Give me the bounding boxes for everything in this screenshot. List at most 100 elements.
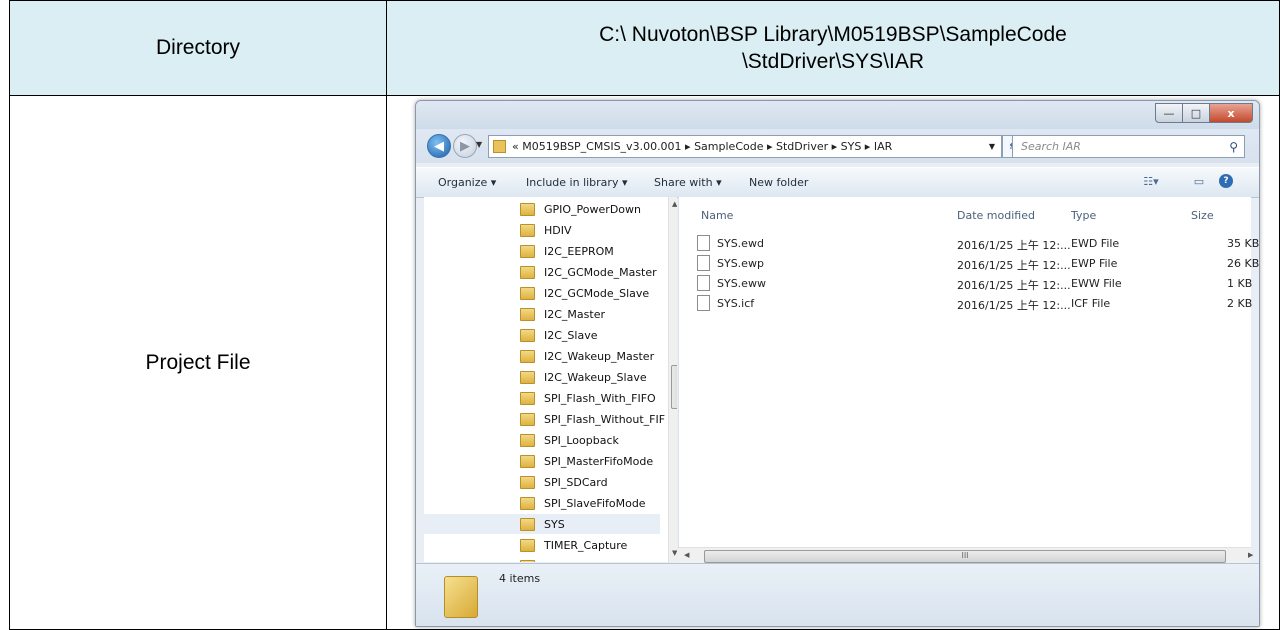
column-header-size[interactable]: Size (1191, 209, 1214, 222)
details-pane: 4 items (416, 563, 1259, 626)
back-button[interactable]: ◀ (427, 134, 451, 158)
nav-folder-label: I2C_GCMode_Master (544, 265, 657, 279)
file-icon (697, 235, 710, 251)
address-bar[interactable]: « M0519BSP_CMSIS_v3.00.001 ▸ SampleCode … (488, 135, 1002, 158)
nav-folder-item[interactable]: SPI_MasterFifoMode (520, 451, 653, 471)
nav-folder-item[interactable]: I2C_Wakeup_Master (520, 346, 654, 366)
share-with-button[interactable]: Share with ▾ (654, 176, 722, 189)
file-row[interactable]: SYS.ewd 2016/1/25 上午 12:... EWD File 35 KB (679, 233, 1259, 253)
folder-icon (493, 140, 506, 153)
file-scroll-thumb[interactable]: III (704, 550, 1226, 563)
file-name: SYS.icf (717, 297, 755, 310)
nav-folder-item[interactable]: SPI_Flash_Without_FIF (520, 409, 665, 429)
file-size: 35 KB (1227, 237, 1260, 250)
nav-folder-item[interactable]: SPI_SlaveFifoMode (520, 493, 646, 513)
nav-folder-item[interactable]: I2C_GCMode_Slave (520, 283, 649, 303)
search-box[interactable]: Search IAR ⚲ (1012, 135, 1245, 158)
folder-icon (520, 559, 535, 562)
nav-folder-label: SPI_Loopback (544, 433, 619, 447)
nav-folder-item[interactable]: GPIO_PowerDown (520, 199, 641, 219)
nav-folder-label: I2C_GCMode_Slave (544, 286, 650, 300)
scroll-down-icon[interactable]: ▼ (672, 549, 677, 557)
preview-pane-icon[interactable]: ▭ (1192, 174, 1206, 188)
file-date-modified: 2016/1/25 上午 12:... (957, 259, 1071, 272)
folder-icon (520, 244, 535, 258)
navigation-bar: ◀ ▶ ▼ « M0519BSP_CMSIS_v3.00.001 ▸ Sampl… (416, 129, 1259, 163)
folder-icon (520, 265, 535, 279)
help-icon[interactable]: ? (1219, 174, 1233, 188)
nav-folder-item[interactable]: I2C_Master (520, 304, 605, 324)
nav-folder-item[interactable]: I2C_EEPROM (520, 241, 614, 261)
scroll-up-icon[interactable]: ▲ (672, 200, 677, 208)
nav-folder-label: I2C_Wakeup_Master (544, 349, 655, 363)
file-row[interactable]: SYS.icf 2016/1/25 上午 12:... ICF File 2 KB (679, 293, 1252, 313)
file-row[interactable]: SYS.eww 2016/1/25 上午 12:... EWW File 1 KB (679, 273, 1252, 293)
nav-folder-label: SPI_MasterFifoMode (544, 454, 654, 468)
file-type: EWP File (1071, 257, 1118, 270)
nav-folder-item[interactable]: TIMER_Counter (520, 556, 628, 562)
folder-icon (520, 496, 535, 510)
column-header-date[interactable]: Date modified (957, 209, 1035, 222)
directory-label: Directory (155, 36, 240, 59)
close-button[interactable]: x (1209, 103, 1253, 123)
directory-path-cell: C:\ Nuvoton\BSP Library\M0519BSP\SampleC… (386, 0, 1280, 96)
file-size: 26 KB (1227, 257, 1260, 270)
folder-icon (520, 349, 535, 363)
title-bar[interactable]: — □ x (416, 101, 1259, 129)
nav-folder-item[interactable]: SPI_Flash_With_FIFO (520, 388, 656, 408)
file-type: ICF File (1071, 297, 1111, 310)
folder-icon (520, 328, 535, 342)
file-icon (697, 255, 710, 271)
nav-vertical-scrollbar[interactable]: ▲ ▼ (668, 197, 677, 562)
scroll-left-icon[interactable]: ◀ (684, 551, 689, 559)
change-view-icon[interactable]: ☷▾ (1139, 174, 1163, 188)
nav-folder-item[interactable]: SPI_Loopback (520, 430, 619, 450)
file-list-pane[interactable]: Name Date modified Type Size SYS.ewd 2016… (678, 197, 1259, 562)
back-arrow-icon: ◀ (434, 138, 444, 154)
nav-folder-label: SPI_Flash_With_FIFO (544, 391, 656, 405)
file-row[interactable]: SYS.ewp 2016/1/25 上午 12:... EWP File 26 KB (679, 253, 1259, 273)
maximize-button[interactable]: □ (1182, 103, 1210, 123)
explorer-window: — □ x ◀ ▶ ▼ « M0519BSP_CMSIS_v3.00.001 ▸… (415, 100, 1260, 627)
nav-folder-item[interactable]: HDIV (520, 220, 572, 240)
nav-folder-label: GPIO_PowerDown (544, 202, 641, 216)
nav-folder-label: SPI_SlaveFifoMode (544, 496, 646, 510)
nav-folder-label: SYS (544, 517, 565, 531)
file-date-modified: 2016/1/25 上午 12:... (957, 299, 1071, 312)
new-folder-button[interactable]: New folder (749, 176, 808, 189)
search-icon[interactable]: ⚲ (1229, 140, 1238, 154)
folder-icon (520, 538, 535, 552)
forward-button[interactable]: ▶ (453, 134, 477, 158)
file-type: EWD File (1071, 237, 1120, 250)
nav-scroll-thumb[interactable] (671, 365, 677, 409)
nav-folder-item[interactable]: SPI_SDCard (520, 472, 608, 492)
include-in-library-button[interactable]: Include in library ▾ (526, 176, 627, 189)
minimize-button[interactable]: — (1155, 103, 1183, 123)
recent-pages-dropdown-icon[interactable]: ▼ (476, 140, 482, 149)
search-placeholder[interactable]: Search IAR (1013, 140, 1081, 153)
nav-folder-item[interactable]: I2C_Slave (520, 325, 597, 345)
window-controls: — □ x (1155, 103, 1253, 123)
scroll-right-icon[interactable]: ▶ (1248, 551, 1253, 559)
file-date-modified: 2016/1/25 上午 12:... (957, 279, 1071, 292)
nav-folder-item[interactable]: TIMER_Capture (520, 535, 627, 555)
nav-folder-label: SPI_SDCard (544, 475, 608, 489)
folder-icon (520, 307, 535, 321)
file-horizontal-scrollbar[interactable]: ◀ III ▶ (678, 547, 1253, 564)
file-icon (697, 295, 710, 311)
address-dropdown-icon[interactable]: ▼ (989, 142, 995, 151)
navigation-pane[interactable]: GPIO_PowerDown HDIV I2C_EEPROM I2C_GCMode_M… (424, 197, 677, 562)
file-name: SYS.ewd (717, 237, 764, 250)
nav-folder-item[interactable]: I2C_GCMode_Master (520, 262, 657, 282)
column-header-name[interactable]: Name (701, 209, 733, 222)
file-type: EWW File (1071, 277, 1122, 290)
nav-folder-item[interactable]: I2C_Wakeup_Slave (520, 367, 647, 387)
column-header-type[interactable]: Type (1071, 209, 1096, 222)
address-path[interactable]: « M0519BSP_CMSIS_v3.00.001 ▸ SampleCode … (512, 140, 892, 153)
organize-button[interactable]: Organize ▾ (438, 176, 496, 189)
directory-label-cell: Directory (9, 0, 387, 96)
nav-folder-item[interactable]: SYS (424, 514, 660, 534)
project-file-label-cell: Project File (9, 95, 387, 630)
file-icon (697, 275, 710, 291)
item-count: 4 items (499, 572, 541, 585)
